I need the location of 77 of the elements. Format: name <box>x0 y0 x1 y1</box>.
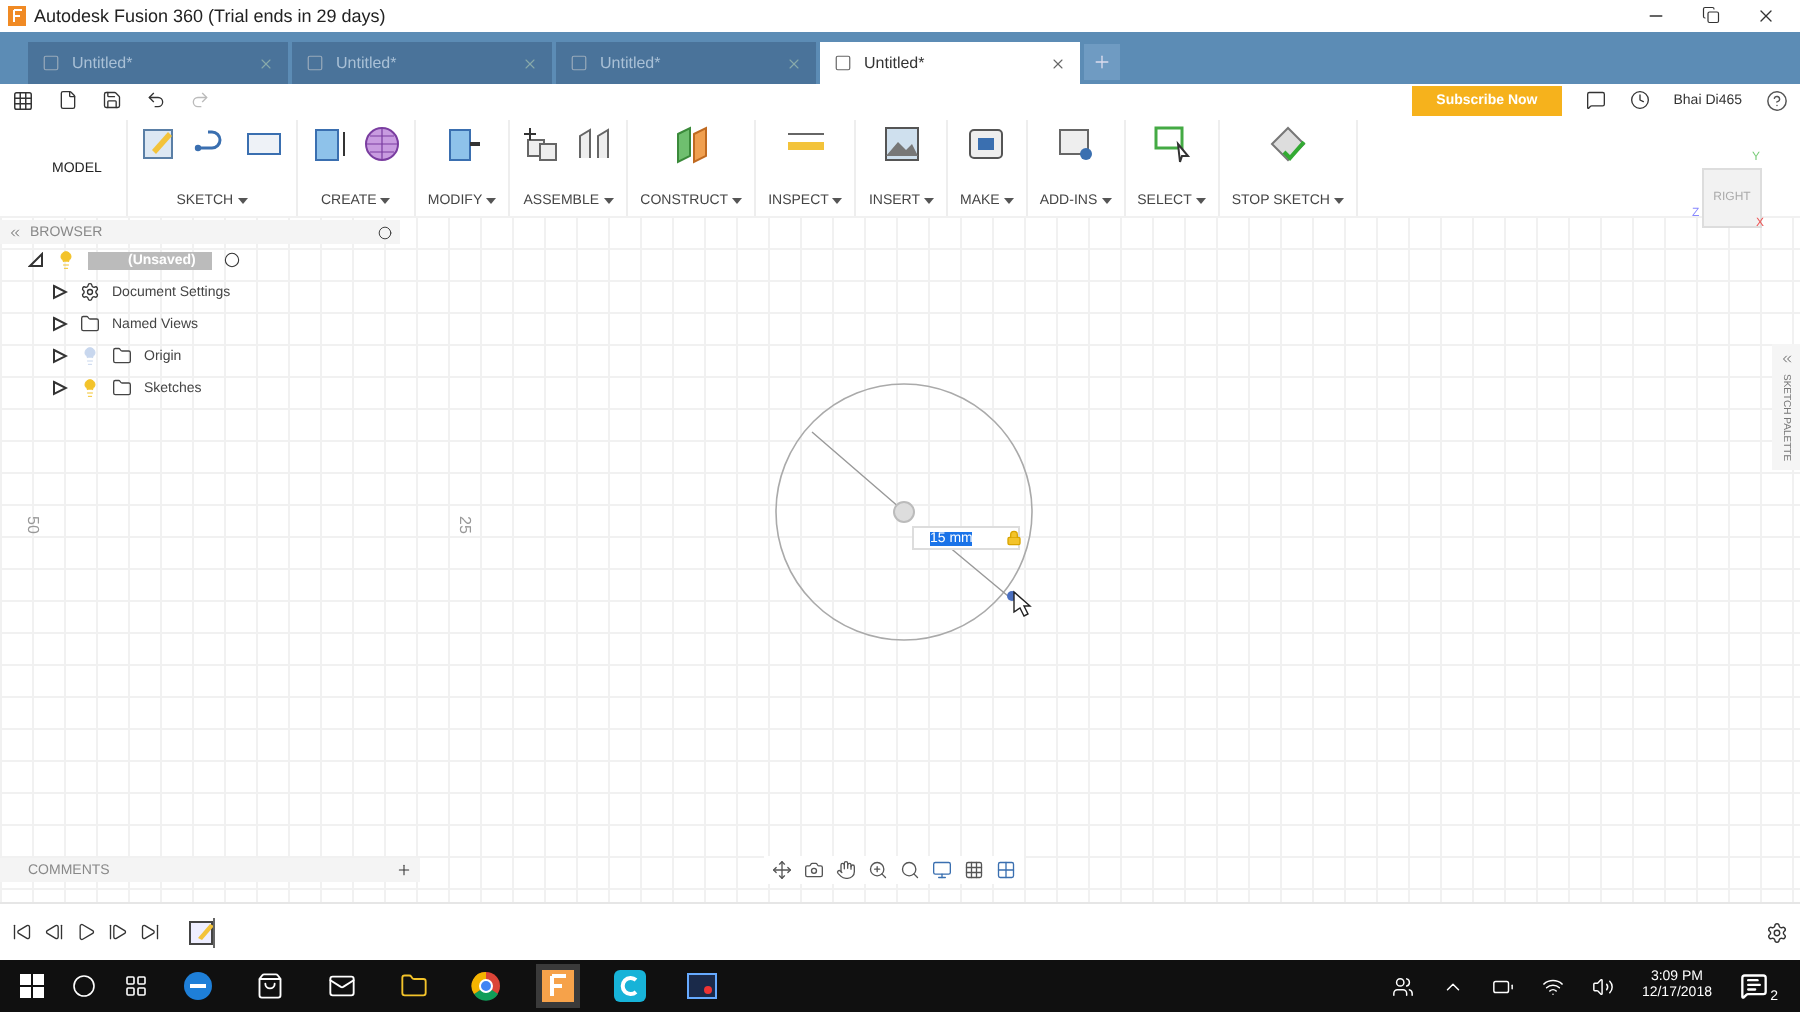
cube-icon <box>570 54 588 72</box>
task-view-icon[interactable] <box>124 974 148 998</box>
caret-icon <box>237 198 248 204</box>
printer-icon[interactable] <box>966 124 1007 164</box>
display-icon[interactable] <box>932 860 952 880</box>
settings-icon[interactable] <box>1766 921 1788 943</box>
app-logo-icon <box>8 6 26 26</box>
sphere-grid-icon[interactable] <box>361 124 402 164</box>
box-icon[interactable] <box>309 124 350 164</box>
restore-icon[interactable] <box>1702 6 1720 24</box>
file-icon[interactable] <box>58 90 78 110</box>
caret-icon <box>380 198 391 204</box>
search-icon[interactable] <box>900 860 920 880</box>
fusion-app-icon[interactable] <box>536 964 580 1008</box>
play-icon[interactable] <box>76 922 96 942</box>
zoom-icon[interactable] <box>868 860 888 880</box>
caret-icon <box>732 198 743 204</box>
look-at-icon[interactable] <box>804 860 824 880</box>
stop-sketch-icon[interactable] <box>1267 124 1308 164</box>
caret-icon <box>1101 198 1112 204</box>
app-grid-icon[interactable] <box>12 89 34 111</box>
c-app-icon[interactable] <box>608 964 652 1008</box>
select-box-icon[interactable] <box>1151 124 1192 164</box>
caret-icon <box>1195 198 1206 204</box>
wifi-icon[interactable] <box>1541 975 1564 997</box>
timeline-sketch-icon[interactable] <box>188 916 220 948</box>
plane-icon[interactable] <box>671 124 712 164</box>
caret-icon <box>832 198 843 204</box>
viewports-icon[interactable] <box>996 860 1016 880</box>
axis-label: 25 <box>455 516 474 534</box>
save-icon[interactable] <box>102 90 122 110</box>
cube-icon <box>42 54 60 72</box>
plus-icon <box>1092 52 1112 72</box>
caret-icon <box>1003 198 1014 204</box>
expand-triangle-icon[interactable] <box>52 380 68 396</box>
caret-icon <box>603 198 614 204</box>
axis-label: 50 <box>23 516 42 534</box>
first-icon[interactable] <box>12 922 32 942</box>
grid-icon[interactable] <box>964 860 984 880</box>
comment-icon[interactable] <box>1585 90 1606 110</box>
pin-icon[interactable] <box>378 225 392 239</box>
component-icon[interactable] <box>522 124 563 164</box>
cube-icon <box>306 54 324 72</box>
window-title: Autodesk Fusion 360 (Trial ends in 29 days) <box>34 6 388 26</box>
expand-triangle-icon[interactable] <box>52 316 68 332</box>
joint-icon[interactable] <box>574 124 615 164</box>
folder-icon <box>112 346 132 366</box>
script-icon[interactable] <box>1055 124 1096 164</box>
radio-icon[interactable] <box>223 252 240 268</box>
pan-icon[interactable] <box>836 860 856 880</box>
image-icon[interactable] <box>881 124 922 164</box>
caret-icon <box>1334 198 1344 204</box>
gear-icon <box>80 282 100 302</box>
clock-icon[interactable] <box>1629 90 1650 110</box>
battery-icon[interactable] <box>1491 975 1514 997</box>
caret-icon <box>486 198 497 204</box>
volume-icon[interactable] <box>1591 975 1614 997</box>
next-icon[interactable] <box>108 922 128 942</box>
start-icon[interactable] <box>20 974 44 998</box>
document-tab[interactable]: Untitled* <box>820 42 1080 84</box>
folder-icon <box>80 314 100 334</box>
caret-icon <box>923 198 934 204</box>
previous-icon[interactable] <box>44 922 64 942</box>
help-icon[interactable] <box>1766 89 1788 111</box>
orbit-icon[interactable] <box>772 860 792 880</box>
add-icon[interactable] <box>396 862 412 878</box>
expand-triangle-icon[interactable] <box>52 284 68 300</box>
close-icon[interactable] <box>1756 6 1776 26</box>
folder-icon <box>112 378 132 398</box>
expand-triangle-icon[interactable] <box>28 252 44 268</box>
people-icon[interactable] <box>1391 975 1414 997</box>
lock-icon <box>1006 530 1022 546</box>
cube-icon <box>834 54 852 72</box>
undo-icon[interactable] <box>146 90 166 110</box>
last-icon[interactable] <box>140 922 160 942</box>
expand-triangle-icon[interactable] <box>52 348 68 364</box>
close-icon[interactable] <box>1050 55 1066 71</box>
